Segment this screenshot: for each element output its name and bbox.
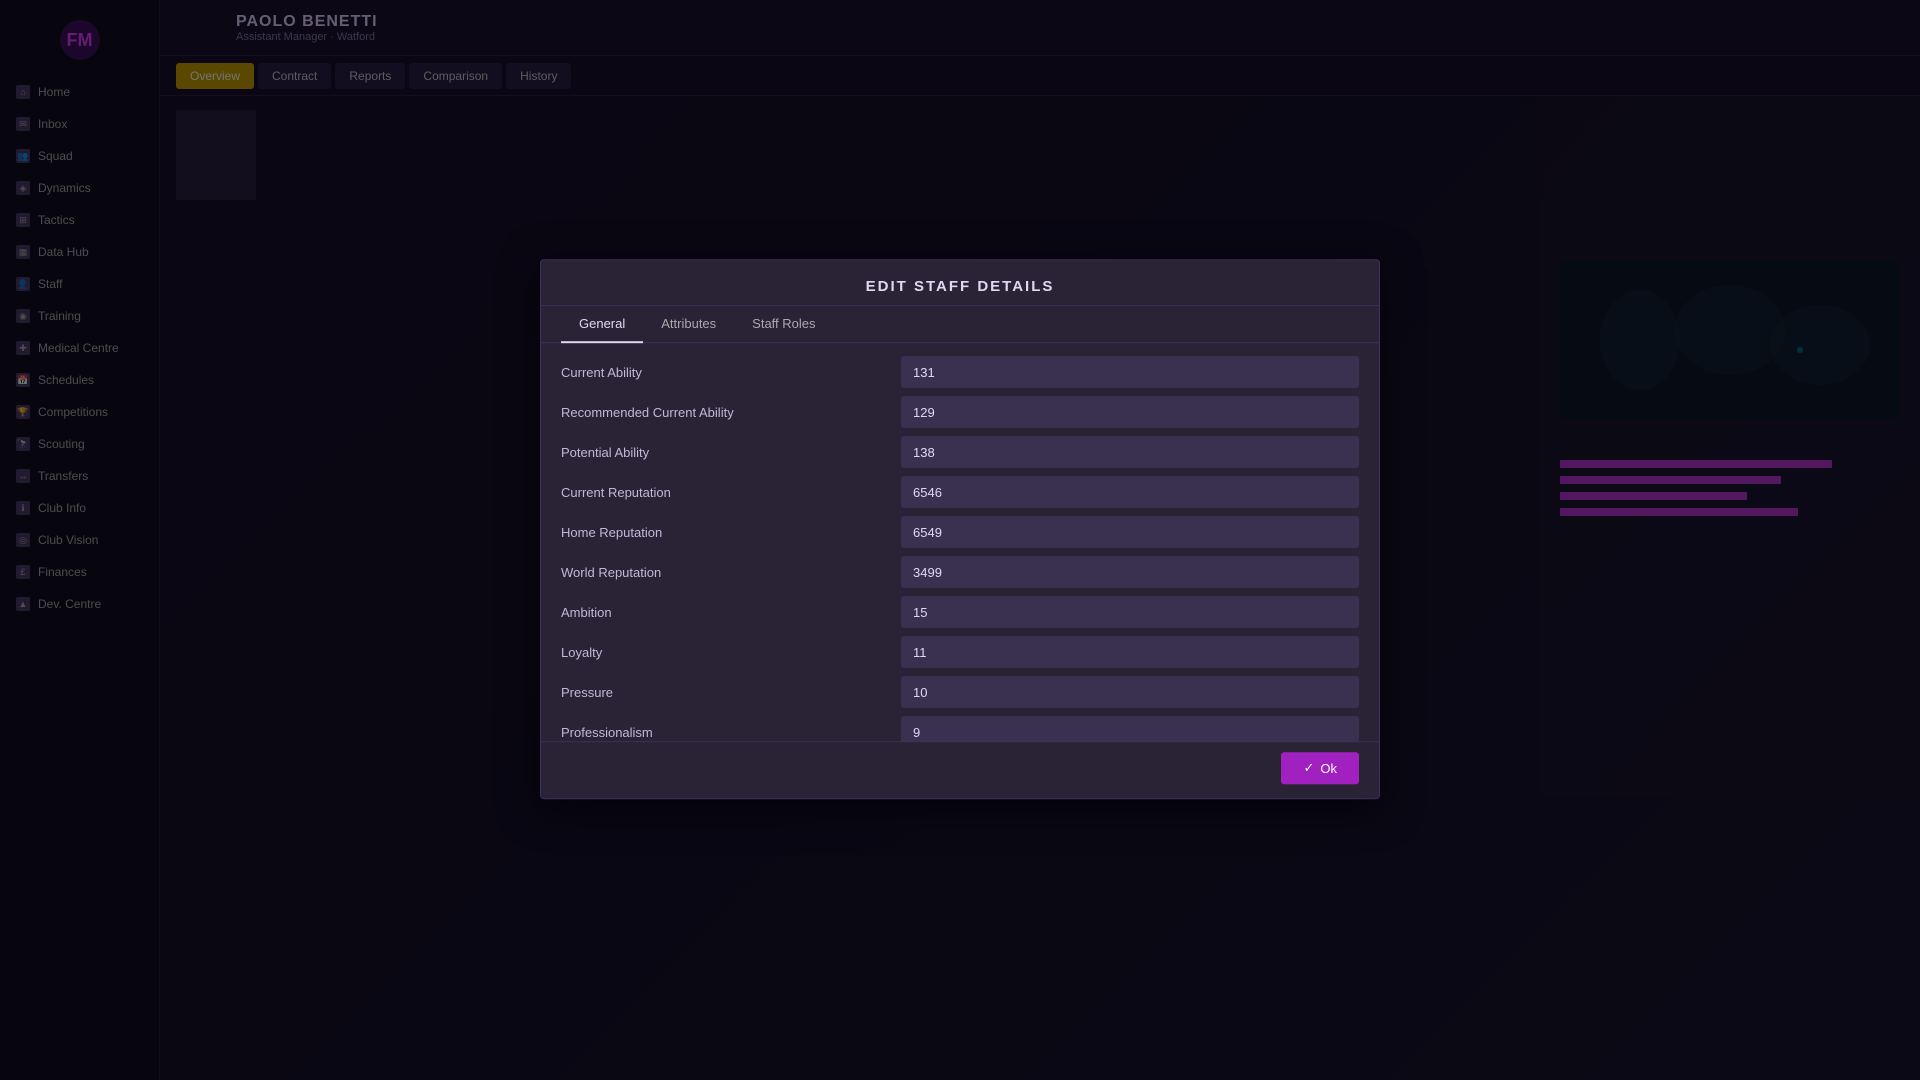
field-professionalism: Professionalism (561, 715, 1359, 741)
edit-staff-modal: EDIT STAFF DETAILS General Attributes St… (540, 259, 1380, 799)
modal-body: Current Ability Recommended Current Abil… (541, 343, 1379, 741)
field-ambition: Ambition (561, 595, 1359, 629)
input-current-reputation[interactable] (901, 476, 1359, 508)
checkmark-icon: ✓ (1303, 760, 1314, 776)
modal-tab-attributes[interactable]: Attributes (643, 306, 734, 343)
label-ambition: Ambition (561, 605, 901, 620)
input-professionalism[interactable] (901, 716, 1359, 741)
field-world-reputation: World Reputation (561, 555, 1359, 589)
field-loyalty: Loyalty (561, 635, 1359, 669)
label-potential-ability: Potential Ability (561, 445, 901, 460)
input-pressure[interactable] (901, 676, 1359, 708)
field-home-reputation: Home Reputation (561, 515, 1359, 549)
input-recommended-ability[interactable] (901, 396, 1359, 428)
input-loyalty[interactable] (901, 636, 1359, 668)
field-current-reputation: Current Reputation (561, 475, 1359, 509)
field-pressure: Pressure (561, 675, 1359, 709)
modal-tab-staffroles[interactable]: Staff Roles (734, 306, 833, 343)
input-potential-ability[interactable] (901, 436, 1359, 468)
label-current-ability: Current Ability (561, 365, 901, 380)
label-professionalism: Professionalism (561, 725, 901, 740)
ok-button[interactable]: ✓ Ok (1281, 752, 1359, 784)
label-recommended-ability: Recommended Current Ability (561, 405, 901, 420)
input-home-reputation[interactable] (901, 516, 1359, 548)
label-world-reputation: World Reputation (561, 565, 901, 580)
input-world-reputation[interactable] (901, 556, 1359, 588)
field-potential-ability: Potential Ability (561, 435, 1359, 469)
input-current-ability[interactable] (901, 356, 1359, 388)
modal-tab-general[interactable]: General (561, 306, 643, 343)
label-home-reputation: Home Reputation (561, 525, 901, 540)
modal-title: EDIT STAFF DETAILS (541, 260, 1379, 306)
input-ambition[interactable] (901, 596, 1359, 628)
modal-footer: ✓ Ok (541, 741, 1379, 798)
field-recommended-ability: Recommended Current Ability (561, 395, 1359, 429)
modal-tabs: General Attributes Staff Roles (541, 306, 1379, 343)
label-current-reputation: Current Reputation (561, 485, 901, 500)
label-loyalty: Loyalty (561, 645, 901, 660)
label-pressure: Pressure (561, 685, 901, 700)
field-current-ability: Current Ability (561, 355, 1359, 389)
